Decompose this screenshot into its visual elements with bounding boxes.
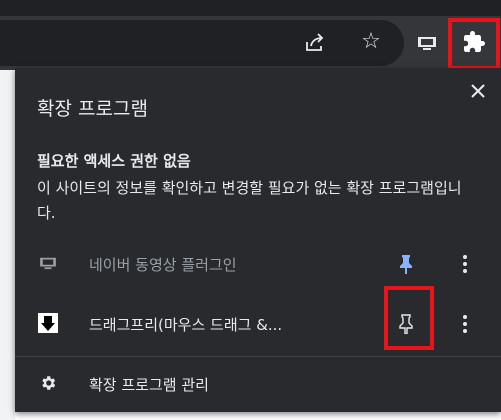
extension-name: 네이버 동영상 플러그인 [89,256,237,274]
bookmark-star-icon[interactable]: ☆ [356,27,386,57]
pin-icon[interactable] [395,252,417,276]
manage-extensions-label: 확장 프로그램 관리 [89,376,209,394]
share-icon[interactable] [300,28,330,58]
popup-title: 확장 프로그램 [37,98,148,120]
permission-title: 필요한 액세스 권한 없음 [37,152,191,170]
divider [15,356,501,357]
dragfree-icon [37,312,59,334]
extension-item-naver-video[interactable]: 네이버 동영상 플러그인 [15,240,501,288]
address-bar[interactable] [0,20,404,66]
naver-video-toolbar-icon[interactable] [412,28,442,58]
extensions-popup: 확장 프로그램 필요한 액세스 권한 없음 이 사이트의 정보를 확인하고 변경… [15,68,501,412]
extension-name: 드래그프리(마우스 드래그 &... [89,316,283,334]
more-options-icon[interactable] [455,252,475,276]
browser-window: ☆ 확장 프로그램 필요한 액세스 권한 없음 이 사이트의 정보를 확인하고 … [0,0,501,420]
permission-description: 이 사이트의 정보를 확인하고 변경할 필요가 없는 확장 프로그램입니다. [37,179,462,222]
browser-toolbar: ☆ [0,0,501,70]
puzzle-highlight-box [448,18,500,70]
naver-video-icon [37,252,59,274]
gear-icon [37,372,59,394]
close-icon[interactable] [465,78,491,104]
pin-highlight-box [384,286,434,350]
manage-extensions-button[interactable]: 확장 프로그램 관리 [15,360,501,408]
page-content-edge [0,70,15,420]
tab-strip [0,0,501,16]
more-options-icon[interactable] [455,312,475,336]
